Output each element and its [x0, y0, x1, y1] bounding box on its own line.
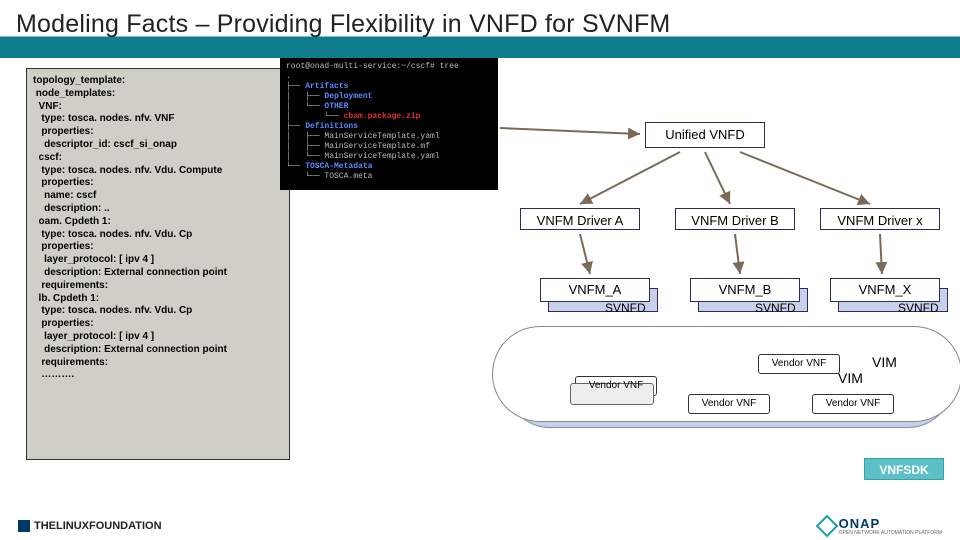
vnfm-driver-b: VNFM Driver B [675, 208, 795, 230]
vendor-vnf-1: Vendor VNF [575, 376, 657, 396]
page-title: Modeling Facts – Providing Flexibility i… [16, 10, 944, 39]
linux-foundation-logo: THELINUXFOUNDATION [18, 520, 162, 532]
onap-logo: ONAP OPEN NETWORK AUTOMATION PLATFORM [819, 516, 942, 536]
title-bar: Modeling Facts – Providing Flexibility i… [0, 0, 960, 58]
vnfm-driver-a: VNFM Driver A [520, 208, 640, 230]
svnfd-label-b: SVNFD [755, 301, 796, 315]
unified-vnfd-box: Unified VNFD [645, 122, 765, 148]
svnfd-label-a: SVNFD [605, 301, 646, 315]
diagram-content: topology_template: node_templates: VNF: … [0, 58, 960, 508]
topology-code-box: topology_template: node_templates: VNF: … [26, 68, 290, 460]
vim-label-2: VIM [838, 370, 863, 386]
vendor-vnf-3: Vendor VNF [688, 394, 770, 414]
footer: THELINUXFOUNDATION ONAP OPEN NETWORK AUT… [0, 512, 960, 540]
vendor-vnf-2: Vendor VNF [758, 354, 840, 374]
vnfsdk-badge: VNFSDK [864, 458, 944, 480]
vendor-vnf-4: Vendor VNF [812, 394, 894, 414]
tree-terminal: root@onad-multi-service:~/cscf# tree . ├… [280, 58, 498, 190]
onap-diamond-icon [815, 515, 838, 538]
vim-label-1: VIM [872, 354, 897, 370]
linux-square-icon [18, 520, 30, 532]
svnfd-label-x: SVNFD [898, 301, 939, 315]
vnfm-driver-x: VNFM Driver x [820, 208, 940, 230]
